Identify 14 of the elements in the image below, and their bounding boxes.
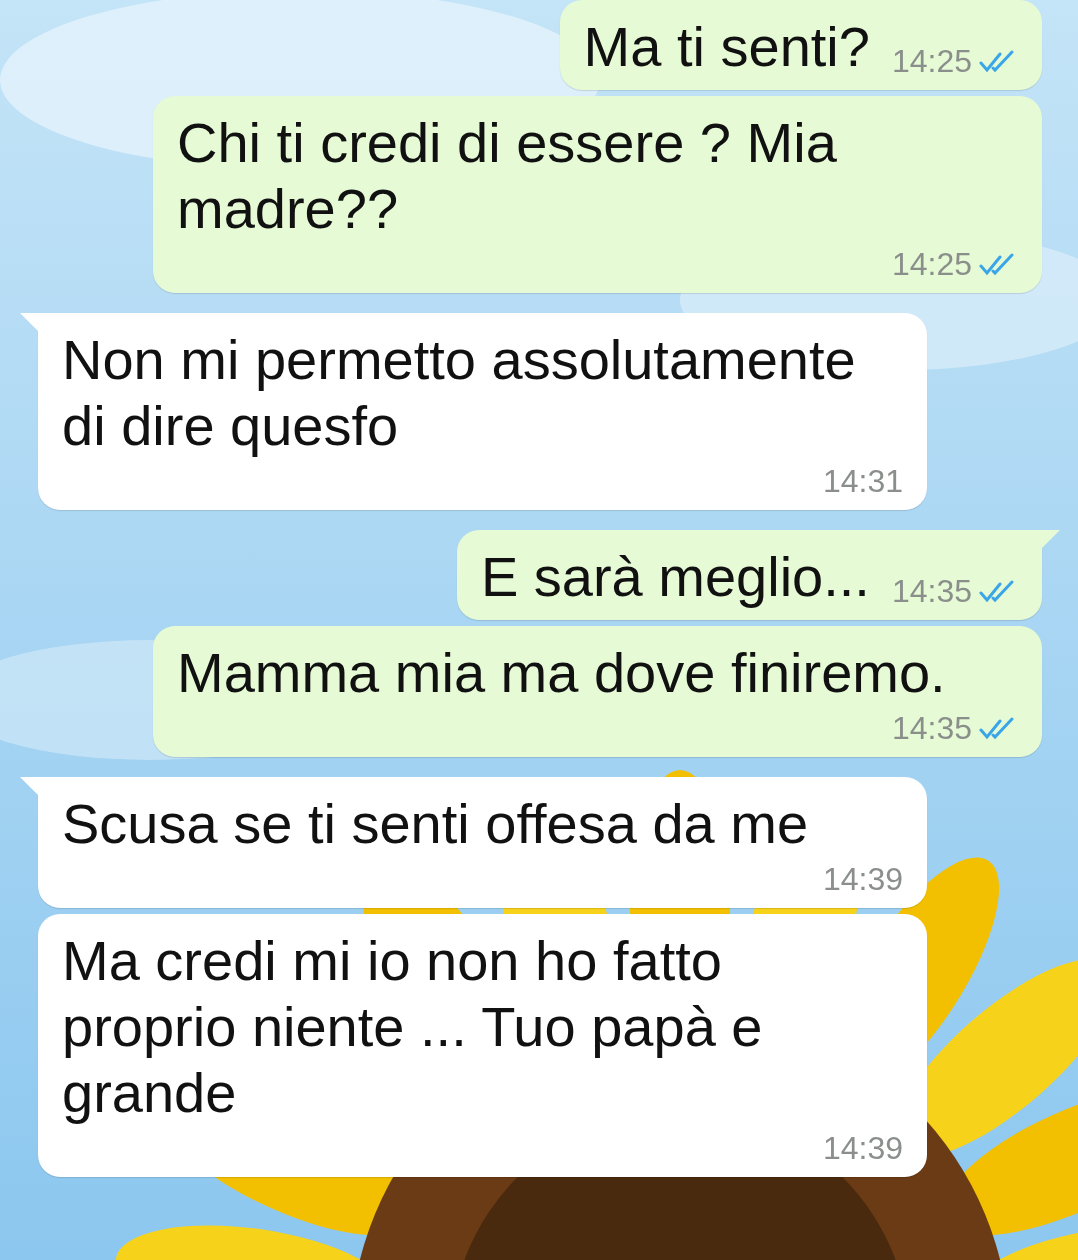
message-text: Mamma mia ma dove finiremo. [177,640,947,706]
message-time: 14:39 [822,1130,903,1167]
message-text: Ma ti senti? [583,14,870,80]
message-time: 14:35 [891,573,972,610]
message-text: E sarà meglio... [480,544,870,610]
message-time: 14:25 [891,43,972,80]
message-text: Scusa se ti senti offesa da me [62,791,810,857]
message-time: 14:25 [891,246,972,283]
message-text: Non mi permetto assolutamente di dire quesfo [62,327,857,459]
message-time: 14:39 [822,861,903,898]
message-text: Chi ti credi di essere ? Mia madre?? [177,110,838,242]
message-time: 14:31 [822,463,903,500]
message-time: 14:35 [891,710,972,747]
message-text: Ma credi mi io non ho fatto proprio niente ... Tuo papà e grande [62,928,764,1126]
